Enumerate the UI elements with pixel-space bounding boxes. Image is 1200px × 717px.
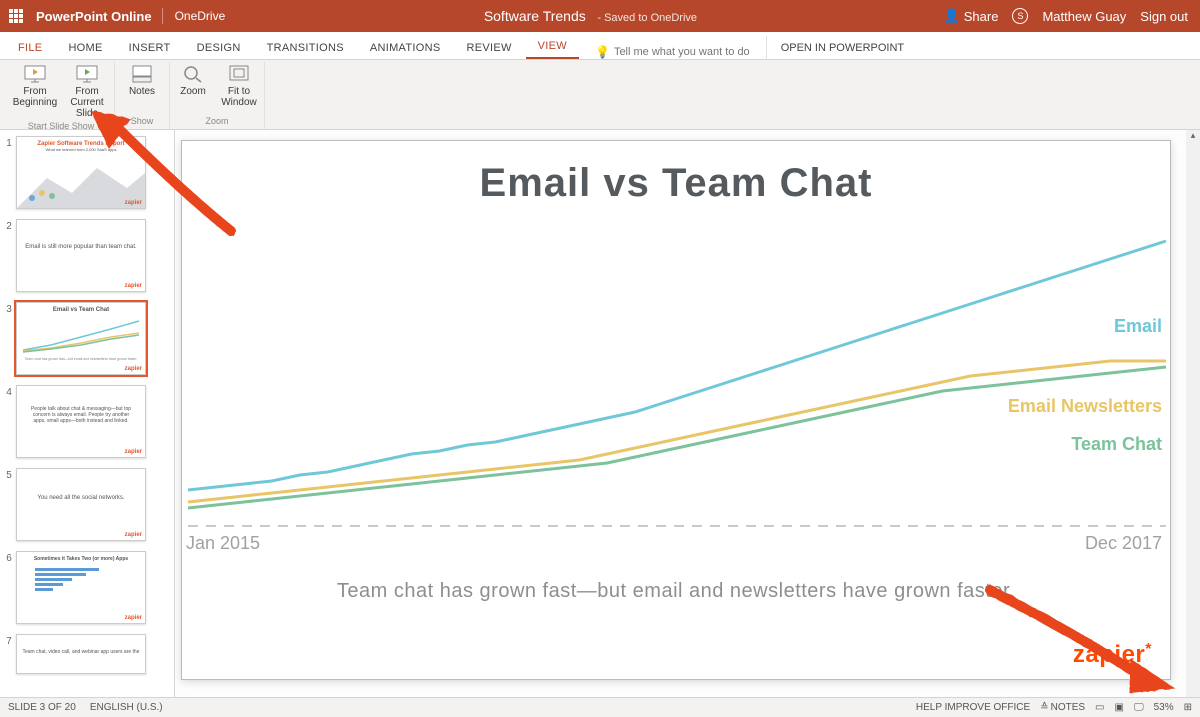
x-axis-end: Dec 2017 [1085, 533, 1162, 554]
scroll-up-icon[interactable]: ▴ [1186, 130, 1200, 144]
tab-view[interactable]: VIEW [526, 34, 579, 59]
tab-transitions[interactable]: TRANSITIONS [255, 36, 356, 59]
group-label-show: Show [131, 114, 154, 129]
series-label-email: Email [1114, 316, 1162, 337]
notes-toggle[interactable]: ≙ NOTES [1040, 702, 1085, 713]
share-label: Share [964, 9, 999, 24]
presentation-icon [23, 64, 47, 84]
slide-thumbnail-1[interactable]: Zapier Software Trends Report What we le… [16, 136, 146, 209]
thumb-number: 7 [2, 634, 16, 647]
x-axis-start: Jan 2015 [186, 533, 260, 554]
help-improve-office[interactable]: HELP IMPROVE OFFICE [916, 702, 1030, 713]
notes-icon [130, 64, 154, 84]
fit-to-window-icon[interactable]: ⊞ [1184, 702, 1192, 713]
slide-thumbnail-6[interactable]: Sometimes it Takes Two (or more) Apps za… [16, 551, 146, 624]
thumb-number: 3 [2, 302, 16, 315]
thumb-title: Email vs Team Chat [21, 307, 141, 313]
save-status: - Saved to OneDrive [597, 12, 697, 24]
user-name[interactable]: Matthew Guay [1042, 9, 1126, 24]
tab-file[interactable]: FILE [6, 36, 54, 59]
thumb-title: Team chat, video call, and webinar app u… [21, 649, 141, 655]
thumb-title: You need all the social networks. [21, 495, 141, 501]
tab-design[interactable]: DESIGN [185, 36, 253, 59]
vertical-scrollbar[interactable]: ▴ [1186, 130, 1200, 697]
thumb-number: 2 [2, 219, 16, 232]
tell-me-search[interactable]: 💡 Tell me what you want to do [581, 45, 764, 59]
slide-canvas[interactable]: Email vs Team Chat Email Email Newslette… [181, 140, 1171, 680]
slide-thumbnail-3[interactable]: Email vs Team Chat Team chat has grown f… [16, 302, 146, 375]
tab-animations[interactable]: ANIMATIONS [358, 36, 453, 59]
from-beginning-button[interactable]: From Beginning [12, 62, 58, 119]
status-language[interactable]: ENGLISH (U.S.) [90, 702, 163, 713]
label: From Current Slide [64, 86, 110, 119]
label: Notes [129, 86, 155, 97]
slideshow-view-icon[interactable]: ▣ [1115, 702, 1124, 713]
tell-me-placeholder: Tell me what you want to do [614, 46, 750, 58]
thumb-number: 1 [2, 136, 16, 149]
share-icon: 👤 [944, 8, 960, 24]
thumb-title: Email is still more popular than team ch… [21, 244, 141, 250]
thumb-title: People talk about chat & messaging—but t… [21, 406, 141, 424]
reading-view-icon[interactable]: 🖵 [1134, 702, 1144, 713]
slide-subtitle[interactable]: Team chat has grown fast—but email and n… [184, 580, 1168, 603]
share-button[interactable]: 👤 Share [944, 8, 999, 24]
label: Zoom [180, 86, 206, 97]
zapier-logo: zapier* [1073, 641, 1152, 669]
normal-view-icon[interactable]: ▭ [1095, 702, 1104, 713]
thumb-title: Sometimes it Takes Two (or more) Apps [21, 556, 141, 562]
app-name: PowerPoint Online [32, 9, 162, 24]
slide-thumbnail-4[interactable]: People talk about chat & messaging—but t… [16, 385, 146, 458]
slide-thumbnails-panel[interactable]: 1 Zapier Software Trends Report What we … [0, 130, 175, 697]
magnifier-icon [181, 64, 205, 84]
thumb-number: 4 [2, 385, 16, 398]
series-label-teamchat: Team Chat [1071, 434, 1162, 455]
notes-button[interactable]: Notes [119, 62, 165, 97]
zoom-button[interactable]: Zoom [174, 62, 212, 108]
zoom-level[interactable]: 53% [1154, 702, 1174, 713]
status-slide-count: SLIDE 3 OF 20 [8, 702, 76, 713]
slide-canvas-area[interactable]: Email vs Team Chat Email Email Newslette… [175, 130, 1200, 697]
sign-out-link[interactable]: Sign out [1140, 9, 1188, 24]
from-current-slide-button[interactable]: From Current Slide [64, 62, 110, 119]
tab-review[interactable]: REVIEW [454, 36, 523, 59]
thumb-number: 5 [2, 468, 16, 481]
slide-thumbnail-5[interactable]: You need all the social networks. zapier [16, 468, 146, 541]
location-breadcrumb[interactable]: OneDrive [163, 9, 238, 23]
label: Fit to Window [218, 86, 260, 108]
app-launcher-icon[interactable] [0, 0, 32, 32]
thumb-sub: What we learned from 2,000 SaaS apps [21, 147, 141, 152]
skype-icon[interactable]: S [1012, 8, 1028, 24]
presentation-current-icon [75, 64, 99, 84]
tab-insert[interactable]: INSERT [117, 36, 183, 59]
fit-window-icon [227, 64, 251, 84]
thumb-number: 6 [2, 551, 16, 564]
slide-title[interactable]: Email vs Team Chat [184, 161, 1168, 206]
open-in-powerpoint[interactable]: OPEN IN POWERPOINT [766, 36, 918, 59]
document-title[interactable]: Software Trends [484, 8, 586, 24]
thumb-sub: Team chat has grown fast—but email and n… [21, 357, 141, 361]
group-label-zoom: Zoom [205, 114, 228, 129]
slide-thumbnail-2[interactable]: Email is still more popular than team ch… [16, 219, 146, 292]
label: From Beginning [12, 86, 58, 108]
series-label-newsletters: Email Newsletters [1008, 396, 1162, 417]
chart: Email Email Newsletters Team Chat Jan 20… [184, 216, 1168, 556]
tab-home[interactable]: HOME [56, 36, 114, 59]
lightbulb-icon: 💡 [595, 45, 610, 59]
fit-to-window-button[interactable]: Fit to Window [218, 62, 260, 108]
slide-thumbnail-7[interactable]: Team chat, video call, and webinar app u… [16, 634, 146, 674]
